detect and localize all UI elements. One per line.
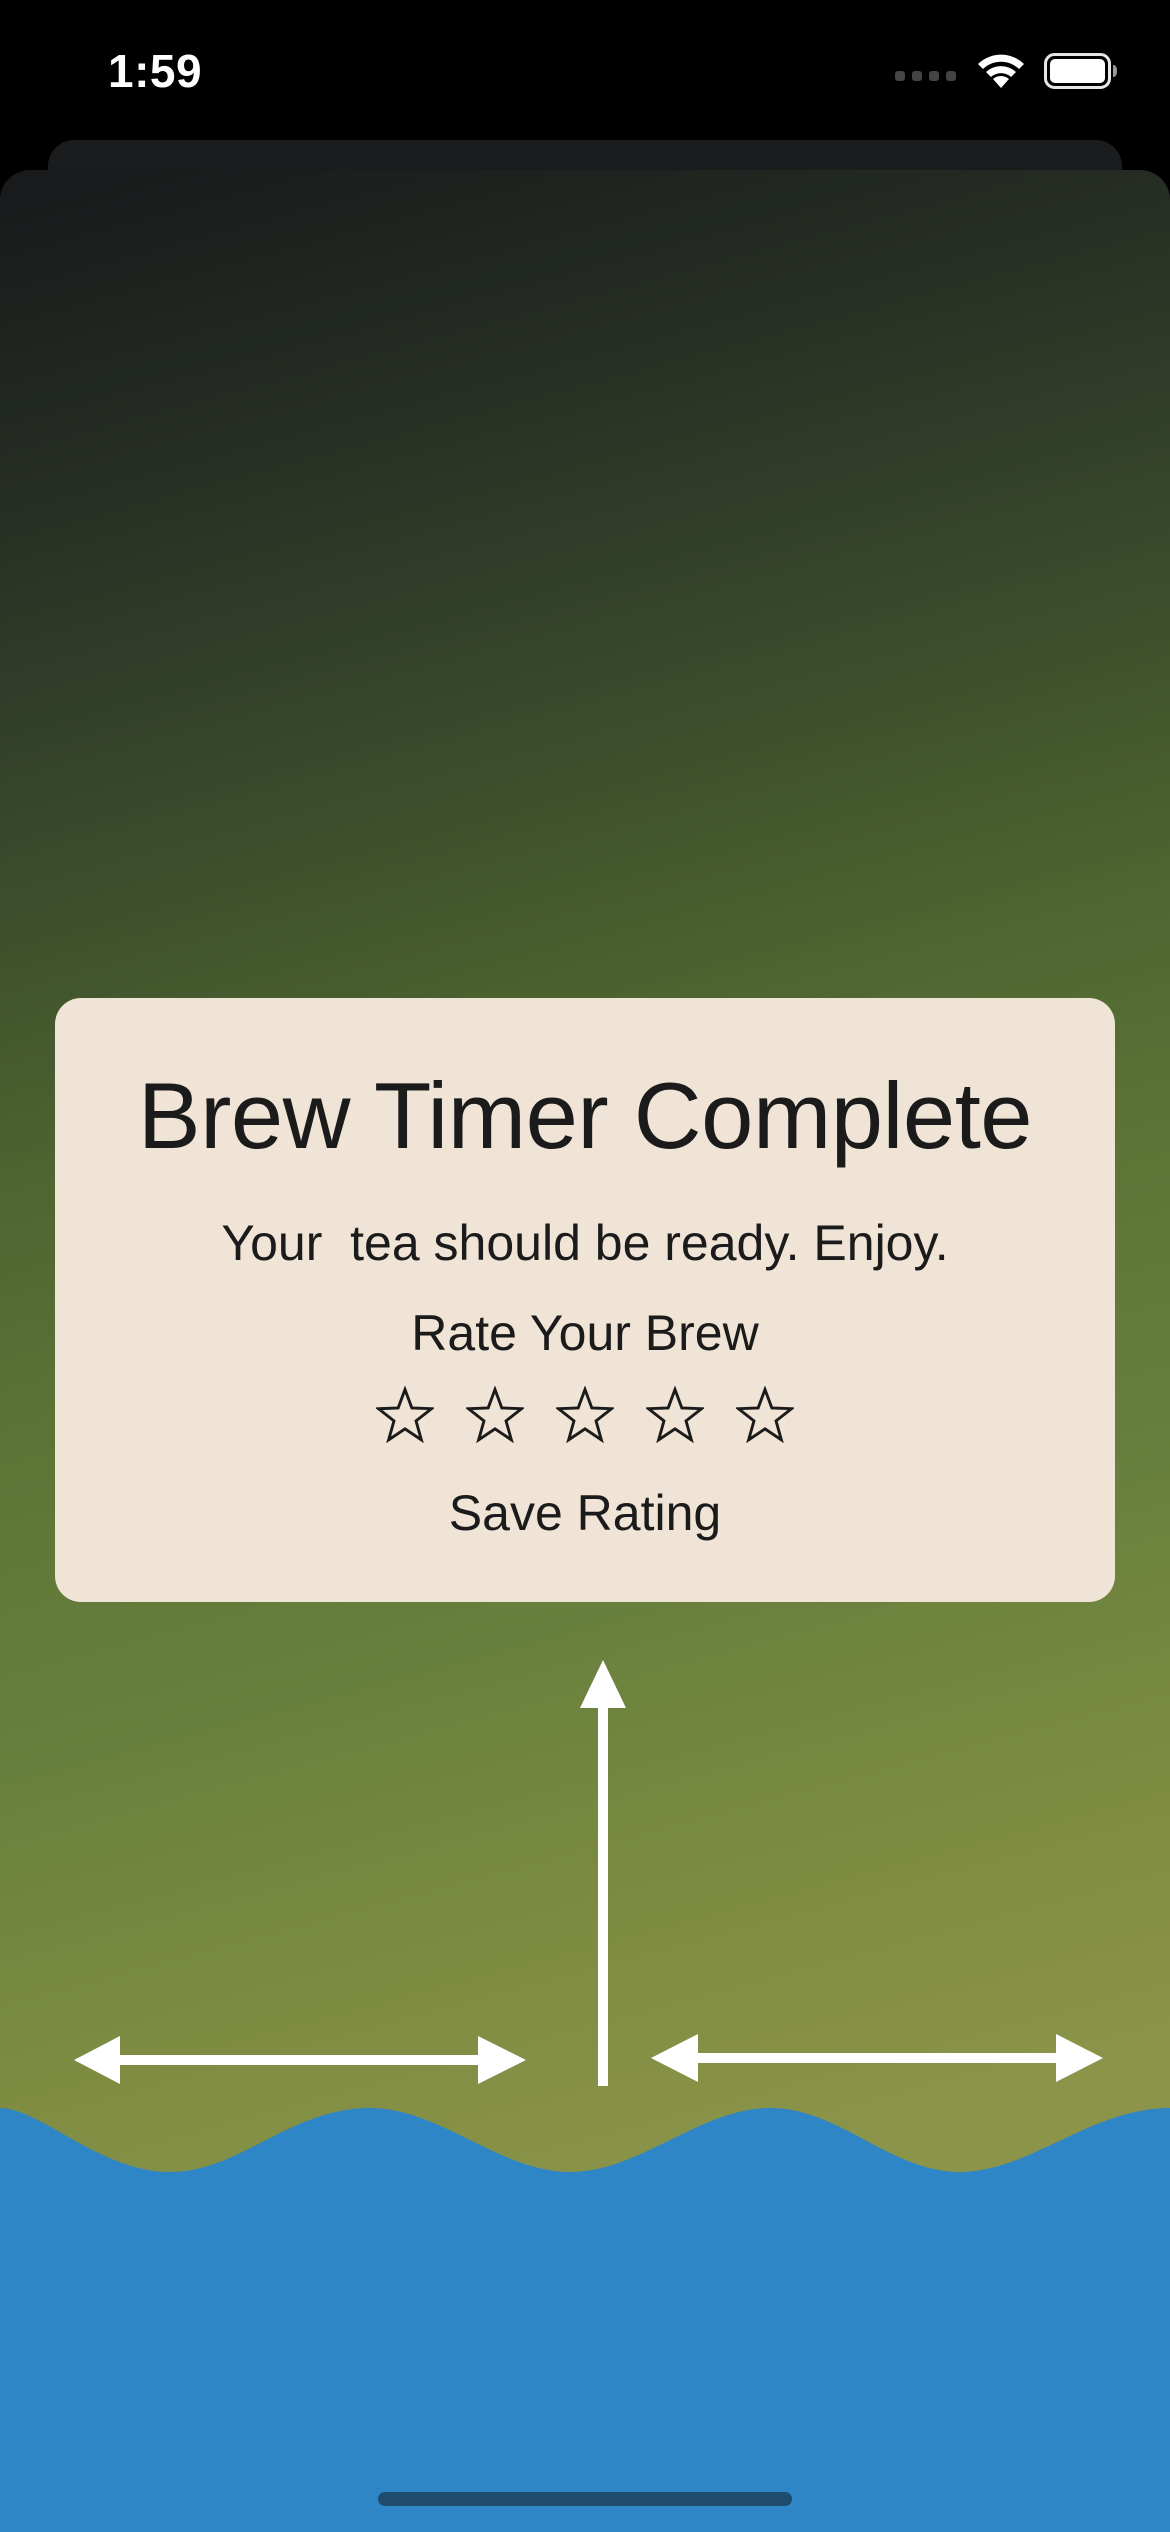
star-rating [55,1386,1115,1444]
star-3-icon[interactable] [556,1386,614,1444]
star-1-icon[interactable] [376,1386,434,1444]
rate-label: Rate Your Brew [411,1305,759,1361]
brew-complete-dialog: Brew Timer Complete Your tea should be r… [55,998,1115,1602]
star-5-icon[interactable] [736,1386,794,1444]
dialog-message: Your tea should be ready. Enjoy. [221,1215,949,1271]
save-rating-button[interactable]: Save Rating [55,1484,1115,1542]
home-indicator[interactable] [378,2492,792,2506]
star-4-icon[interactable] [646,1386,704,1444]
star-2-icon[interactable] [466,1386,524,1444]
dialog-title: Brew Timer Complete [137,1063,1033,1168]
